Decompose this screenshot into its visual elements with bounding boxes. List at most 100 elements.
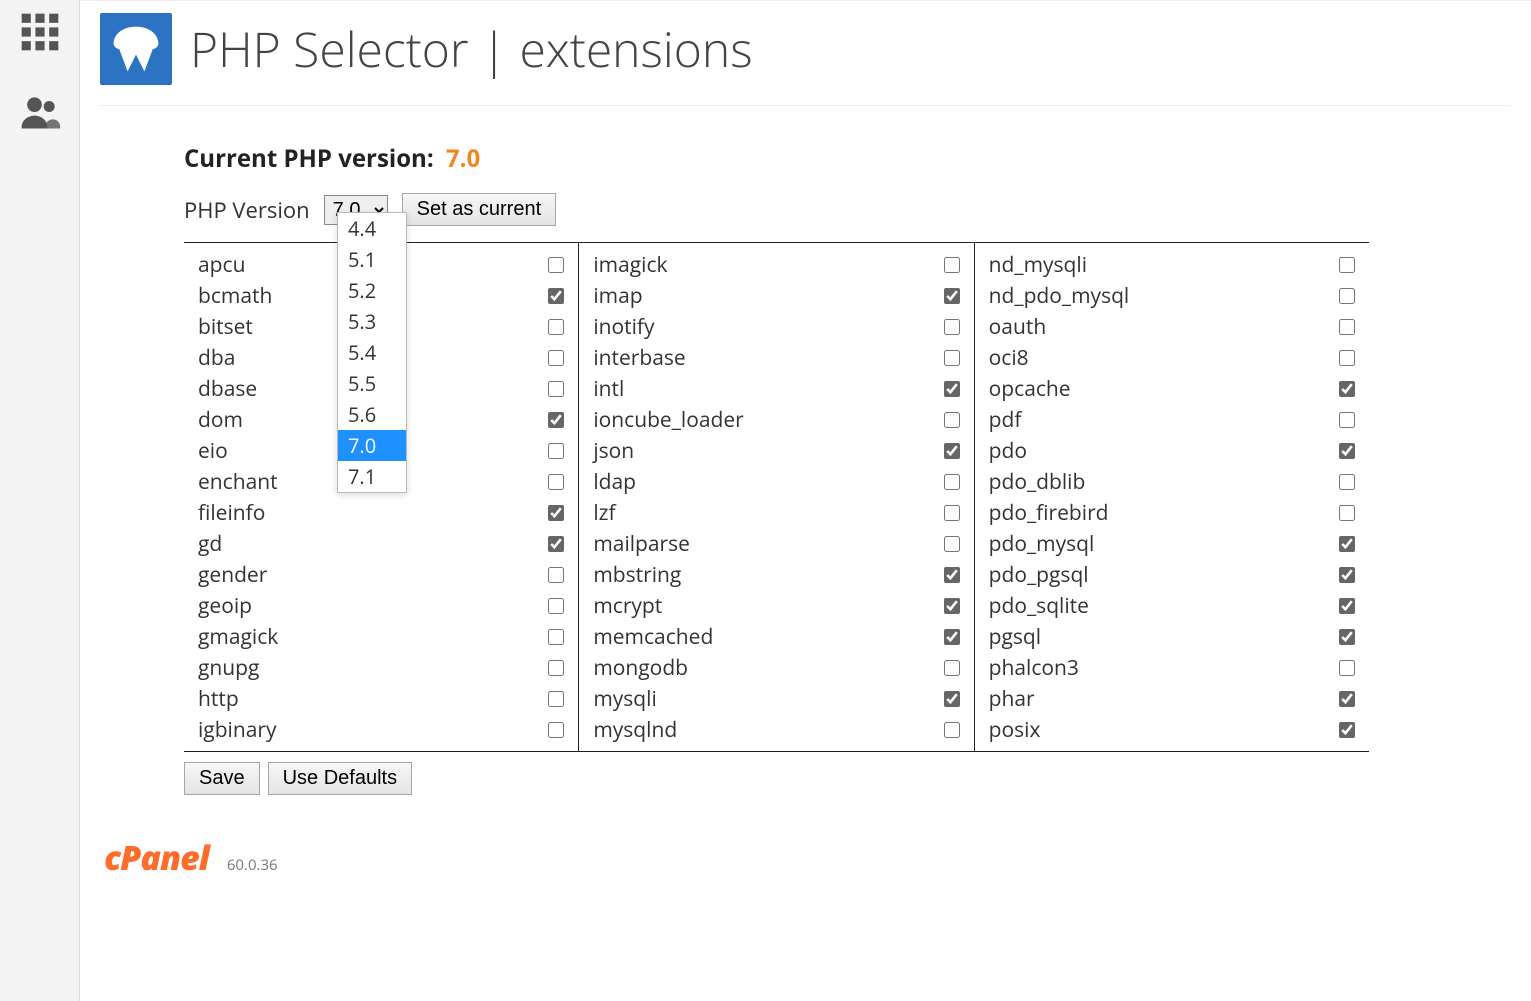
extension-row: mcrypt xyxy=(579,590,973,621)
extension-checkbox[interactable] xyxy=(548,567,564,583)
extension-checkbox[interactable] xyxy=(548,257,564,273)
extension-checkbox[interactable] xyxy=(944,443,960,459)
current-version-line: Current PHP version: 7.0 xyxy=(184,142,1511,175)
extension-checkbox[interactable] xyxy=(1339,443,1355,459)
extension-row: nd_mysqli xyxy=(975,249,1369,280)
extension-checkbox[interactable] xyxy=(548,629,564,645)
extension-checkbox[interactable] xyxy=(944,412,960,428)
extension-checkbox[interactable] xyxy=(944,660,960,676)
extension-checkbox[interactable] xyxy=(944,350,960,366)
extension-checkbox[interactable] xyxy=(944,257,960,273)
dropdown-option[interactable]: 7.0 xyxy=(338,430,406,461)
use-defaults-button[interactable]: Use Defaults xyxy=(268,762,413,795)
extension-checkbox[interactable] xyxy=(548,536,564,552)
extension-checkbox[interactable] xyxy=(548,691,564,707)
extension-checkbox[interactable] xyxy=(548,474,564,490)
extension-row: imagick xyxy=(579,249,973,280)
extension-checkbox[interactable] xyxy=(944,536,960,552)
extension-checkbox[interactable] xyxy=(944,567,960,583)
extension-row: mysqli xyxy=(579,683,973,714)
extension-row: oci8 xyxy=(975,342,1369,373)
extension-name: oauth xyxy=(989,313,1047,341)
extension-checkbox[interactable] xyxy=(548,288,564,304)
extension-name: gnupg xyxy=(198,654,259,682)
extension-checkbox[interactable] xyxy=(1339,660,1355,676)
extension-name: dbase xyxy=(198,375,257,403)
extension-row: ldap xyxy=(579,466,973,497)
extension-checkbox[interactable] xyxy=(548,412,564,428)
save-button[interactable]: Save xyxy=(184,762,260,795)
extension-row: mysqlnd xyxy=(579,714,973,745)
extension-name: gd xyxy=(198,530,222,558)
extension-checkbox[interactable] xyxy=(944,629,960,645)
extension-checkbox[interactable] xyxy=(548,598,564,614)
dropdown-option[interactable]: 5.2 xyxy=(338,275,406,306)
extension-name: imagick xyxy=(593,251,667,279)
extension-name: mysqli xyxy=(593,685,656,713)
extension-checkbox[interactable] xyxy=(944,722,960,738)
extension-row: igbinary xyxy=(184,714,578,745)
users-icon[interactable] xyxy=(18,90,62,140)
extension-checkbox[interactable] xyxy=(1339,536,1355,552)
current-version-value: 7.0 xyxy=(440,142,480,175)
extension-name: mongodb xyxy=(593,654,688,682)
apps-grid-icon[interactable] xyxy=(18,10,62,60)
extension-row: http xyxy=(184,683,578,714)
extension-checkbox[interactable] xyxy=(1339,474,1355,490)
cpanel-logo: cPanel xyxy=(104,834,209,880)
extension-row: fileinfo xyxy=(184,497,578,528)
extension-checkbox[interactable] xyxy=(944,505,960,521)
extension-checkbox[interactable] xyxy=(1339,598,1355,614)
dropdown-option[interactable]: 5.5 xyxy=(338,368,406,399)
extension-checkbox[interactable] xyxy=(1339,629,1355,645)
extension-checkbox[interactable] xyxy=(1339,257,1355,273)
extension-name: ioncube_loader xyxy=(593,406,743,434)
extension-name: igbinary xyxy=(198,716,277,744)
extension-checkbox[interactable] xyxy=(1339,505,1355,521)
extension-name: pdo xyxy=(989,437,1027,465)
extension-name: pdf xyxy=(989,406,1022,434)
extension-checkbox[interactable] xyxy=(944,474,960,490)
extension-checkbox[interactable] xyxy=(944,598,960,614)
extension-row: pdo xyxy=(975,435,1369,466)
dropdown-option[interactable]: 5.6 xyxy=(338,399,406,430)
extension-row: ioncube_loader xyxy=(579,404,973,435)
extension-checkbox[interactable] xyxy=(1339,567,1355,583)
extension-checkbox[interactable] xyxy=(944,691,960,707)
extension-row: memcached xyxy=(579,621,973,652)
extension-name: mysqlnd xyxy=(593,716,677,744)
extension-name: intl xyxy=(593,375,624,403)
dropdown-option[interactable]: 5.3 xyxy=(338,306,406,337)
dropdown-option[interactable]: 7.1 xyxy=(338,461,406,492)
extension-row: phar xyxy=(975,683,1369,714)
extension-name: pdo_dblib xyxy=(989,468,1086,496)
extension-checkbox[interactable] xyxy=(944,381,960,397)
extension-checkbox[interactable] xyxy=(548,381,564,397)
extension-checkbox[interactable] xyxy=(1339,691,1355,707)
extension-name: interbase xyxy=(593,344,685,372)
extension-checkbox[interactable] xyxy=(548,722,564,738)
extension-checkbox[interactable] xyxy=(944,319,960,335)
dropdown-option[interactable]: 5.1 xyxy=(338,244,406,275)
extension-checkbox[interactable] xyxy=(548,443,564,459)
php-version-dropdown-open[interactable]: 4.45.15.25.35.45.55.67.07.1 xyxy=(337,212,407,493)
extension-checkbox[interactable] xyxy=(1339,319,1355,335)
extension-name: bcmath xyxy=(198,282,272,310)
extension-checkbox[interactable] xyxy=(1339,350,1355,366)
extension-checkbox[interactable] xyxy=(1339,722,1355,738)
extension-checkbox[interactable] xyxy=(1339,381,1355,397)
extension-checkbox[interactable] xyxy=(548,505,564,521)
dropdown-option[interactable]: 4.4 xyxy=(338,213,406,244)
extension-checkbox[interactable] xyxy=(548,660,564,676)
dropdown-option[interactable]: 5.4 xyxy=(338,337,406,368)
extension-checkbox[interactable] xyxy=(944,288,960,304)
extension-name: apcu xyxy=(198,251,245,279)
extension-checkbox[interactable] xyxy=(548,350,564,366)
set-as-current-button[interactable]: Set as current xyxy=(402,193,557,226)
extension-row: json xyxy=(579,435,973,466)
extension-checkbox[interactable] xyxy=(1339,288,1355,304)
extension-row: posix xyxy=(975,714,1369,745)
extension-checkbox[interactable] xyxy=(548,319,564,335)
extension-row: pdo_dblib xyxy=(975,466,1369,497)
extension-checkbox[interactable] xyxy=(1339,412,1355,428)
